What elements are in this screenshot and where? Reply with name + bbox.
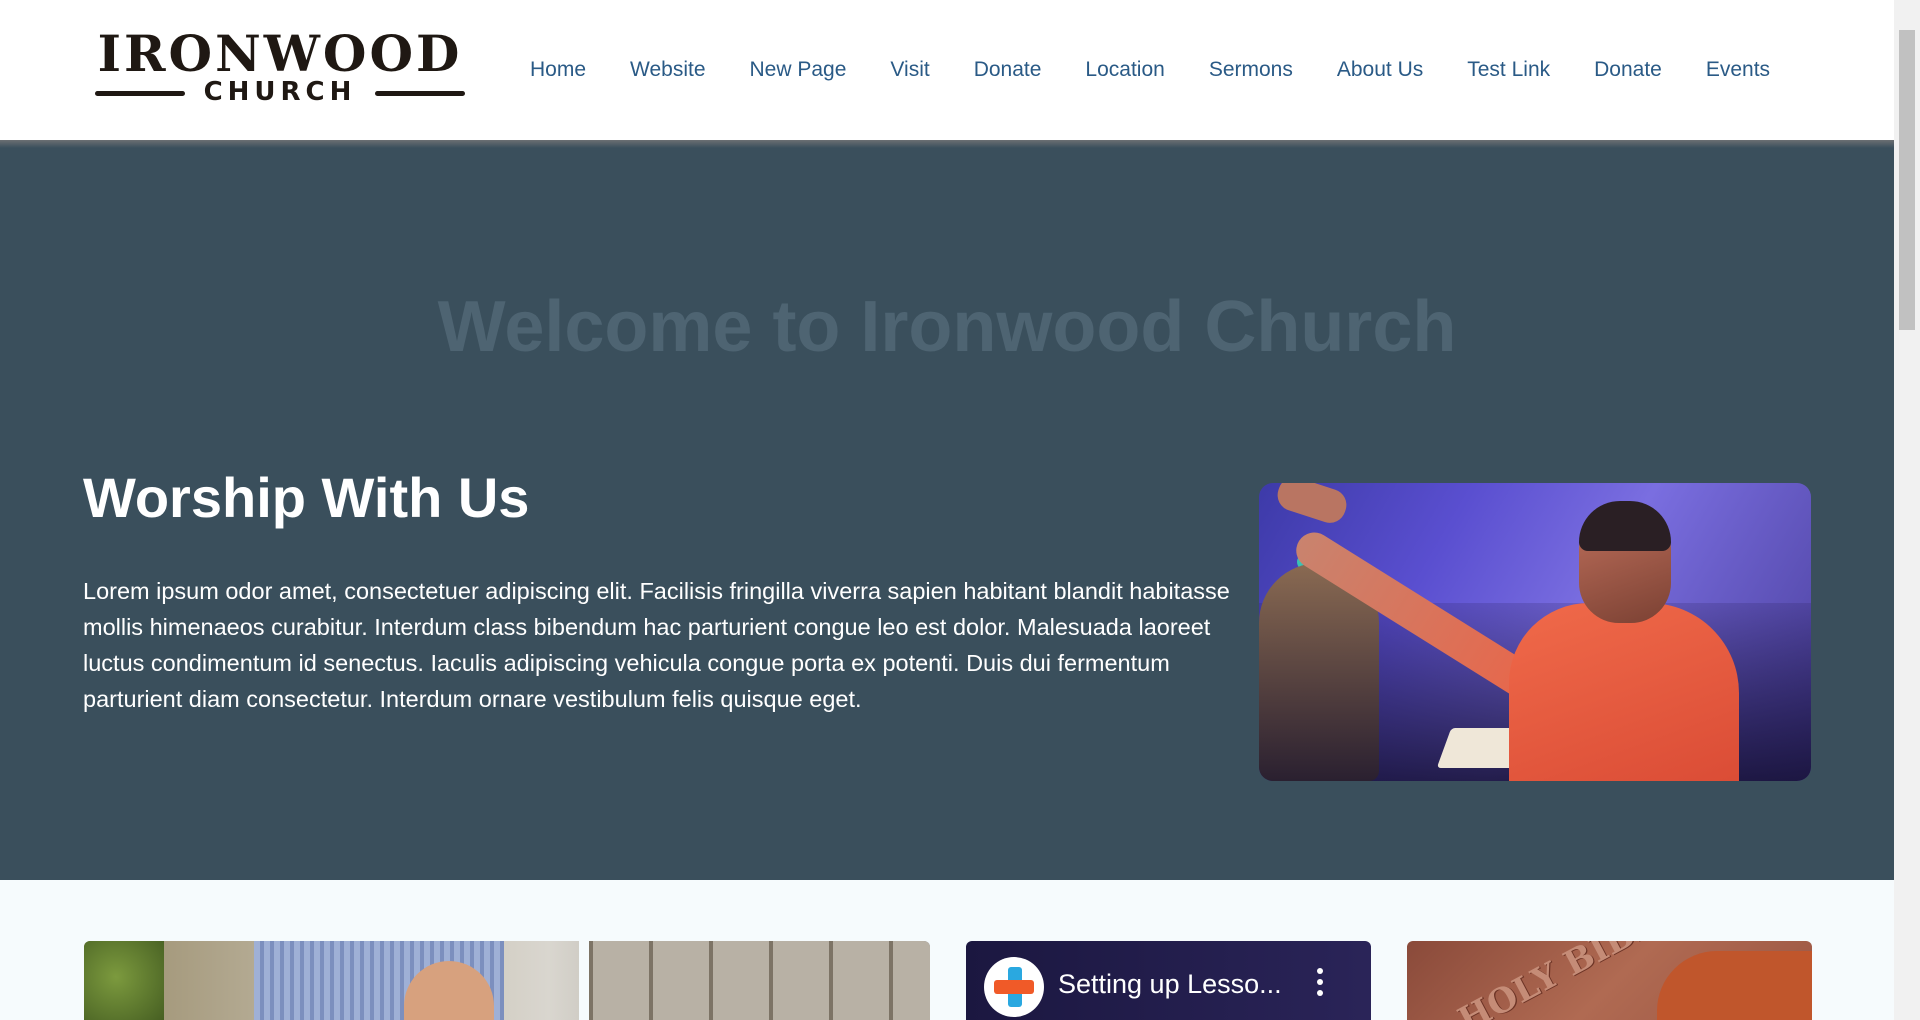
nav-item-new-page[interactable]: New Page — [728, 52, 869, 88]
logo-subline: CHURCH — [95, 78, 465, 106]
photo-hand — [1657, 951, 1812, 1020]
nav-item-home[interactable]: Home — [508, 52, 608, 88]
video-card[interactable]: Setting up Lesso... — [966, 941, 1371, 1020]
worship-photo — [1259, 483, 1811, 781]
page: IRONWOOD CHURCH Home Website New Page Vi… — [0, 0, 1894, 1020]
logo-rule-right — [375, 91, 465, 96]
video-title[interactable]: Setting up Lesso... — [1058, 967, 1282, 1001]
photo-plant — [84, 941, 164, 1020]
main-nav: Home Website New Page Visit Donate Locat… — [508, 52, 1792, 88]
photo-divider — [579, 941, 589, 1020]
worship-heading: Worship With Us — [83, 466, 530, 529]
nav-item-about-us[interactable]: About Us — [1315, 52, 1445, 88]
scrollbar-thumb[interactable] — [1899, 30, 1915, 330]
nav-item-visit[interactable]: Visit — [868, 52, 951, 88]
more-options-icon[interactable] — [1310, 963, 1330, 1007]
header-shadow — [0, 140, 1894, 148]
hero-section: Welcome to Ironwood Church Worship With … — [0, 140, 1894, 880]
photo-window — [589, 941, 930, 1020]
nav-item-sermons[interactable]: Sermons — [1187, 52, 1315, 88]
page-scrollbar[interactable] — [1894, 0, 1920, 1020]
logo-wordmark: IRONWOOD — [97, 24, 463, 83]
lower-section: Setting up Lesso... HOLY BIBLE — [0, 880, 1894, 1020]
photo-man-hair — [1579, 501, 1671, 551]
nav-item-donate-2[interactable]: Donate — [1572, 52, 1684, 88]
photo-hand — [1273, 483, 1351, 527]
cross-horizontal — [994, 980, 1034, 994]
site-header: IRONWOOD CHURCH Home Website New Page Vi… — [0, 0, 1894, 140]
nav-item-location[interactable]: Location — [1063, 52, 1186, 88]
nav-item-website[interactable]: Website — [608, 52, 727, 88]
photo-man-shirt — [1509, 603, 1739, 781]
bible-photo-card[interactable]: HOLY BIBLE — [1407, 941, 1812, 1020]
channel-logo-icon — [984, 957, 1044, 1017]
worship-body-text: Lorem ipsum odor amet, consectetuer adip… — [83, 578, 1230, 712]
welcome-heading: Welcome to Ironwood Church — [437, 287, 1457, 367]
nav-item-test-link[interactable]: Test Link — [1445, 52, 1572, 88]
bible-cover-text: HOLY BIBLE — [1451, 941, 1685, 1020]
fellowship-photo-card[interactable] — [84, 941, 930, 1020]
nav-item-donate[interactable]: Donate — [952, 52, 1064, 88]
nav-item-events[interactable]: Events — [1684, 52, 1792, 88]
church-logo[interactable]: IRONWOOD CHURCH — [95, 26, 465, 106]
